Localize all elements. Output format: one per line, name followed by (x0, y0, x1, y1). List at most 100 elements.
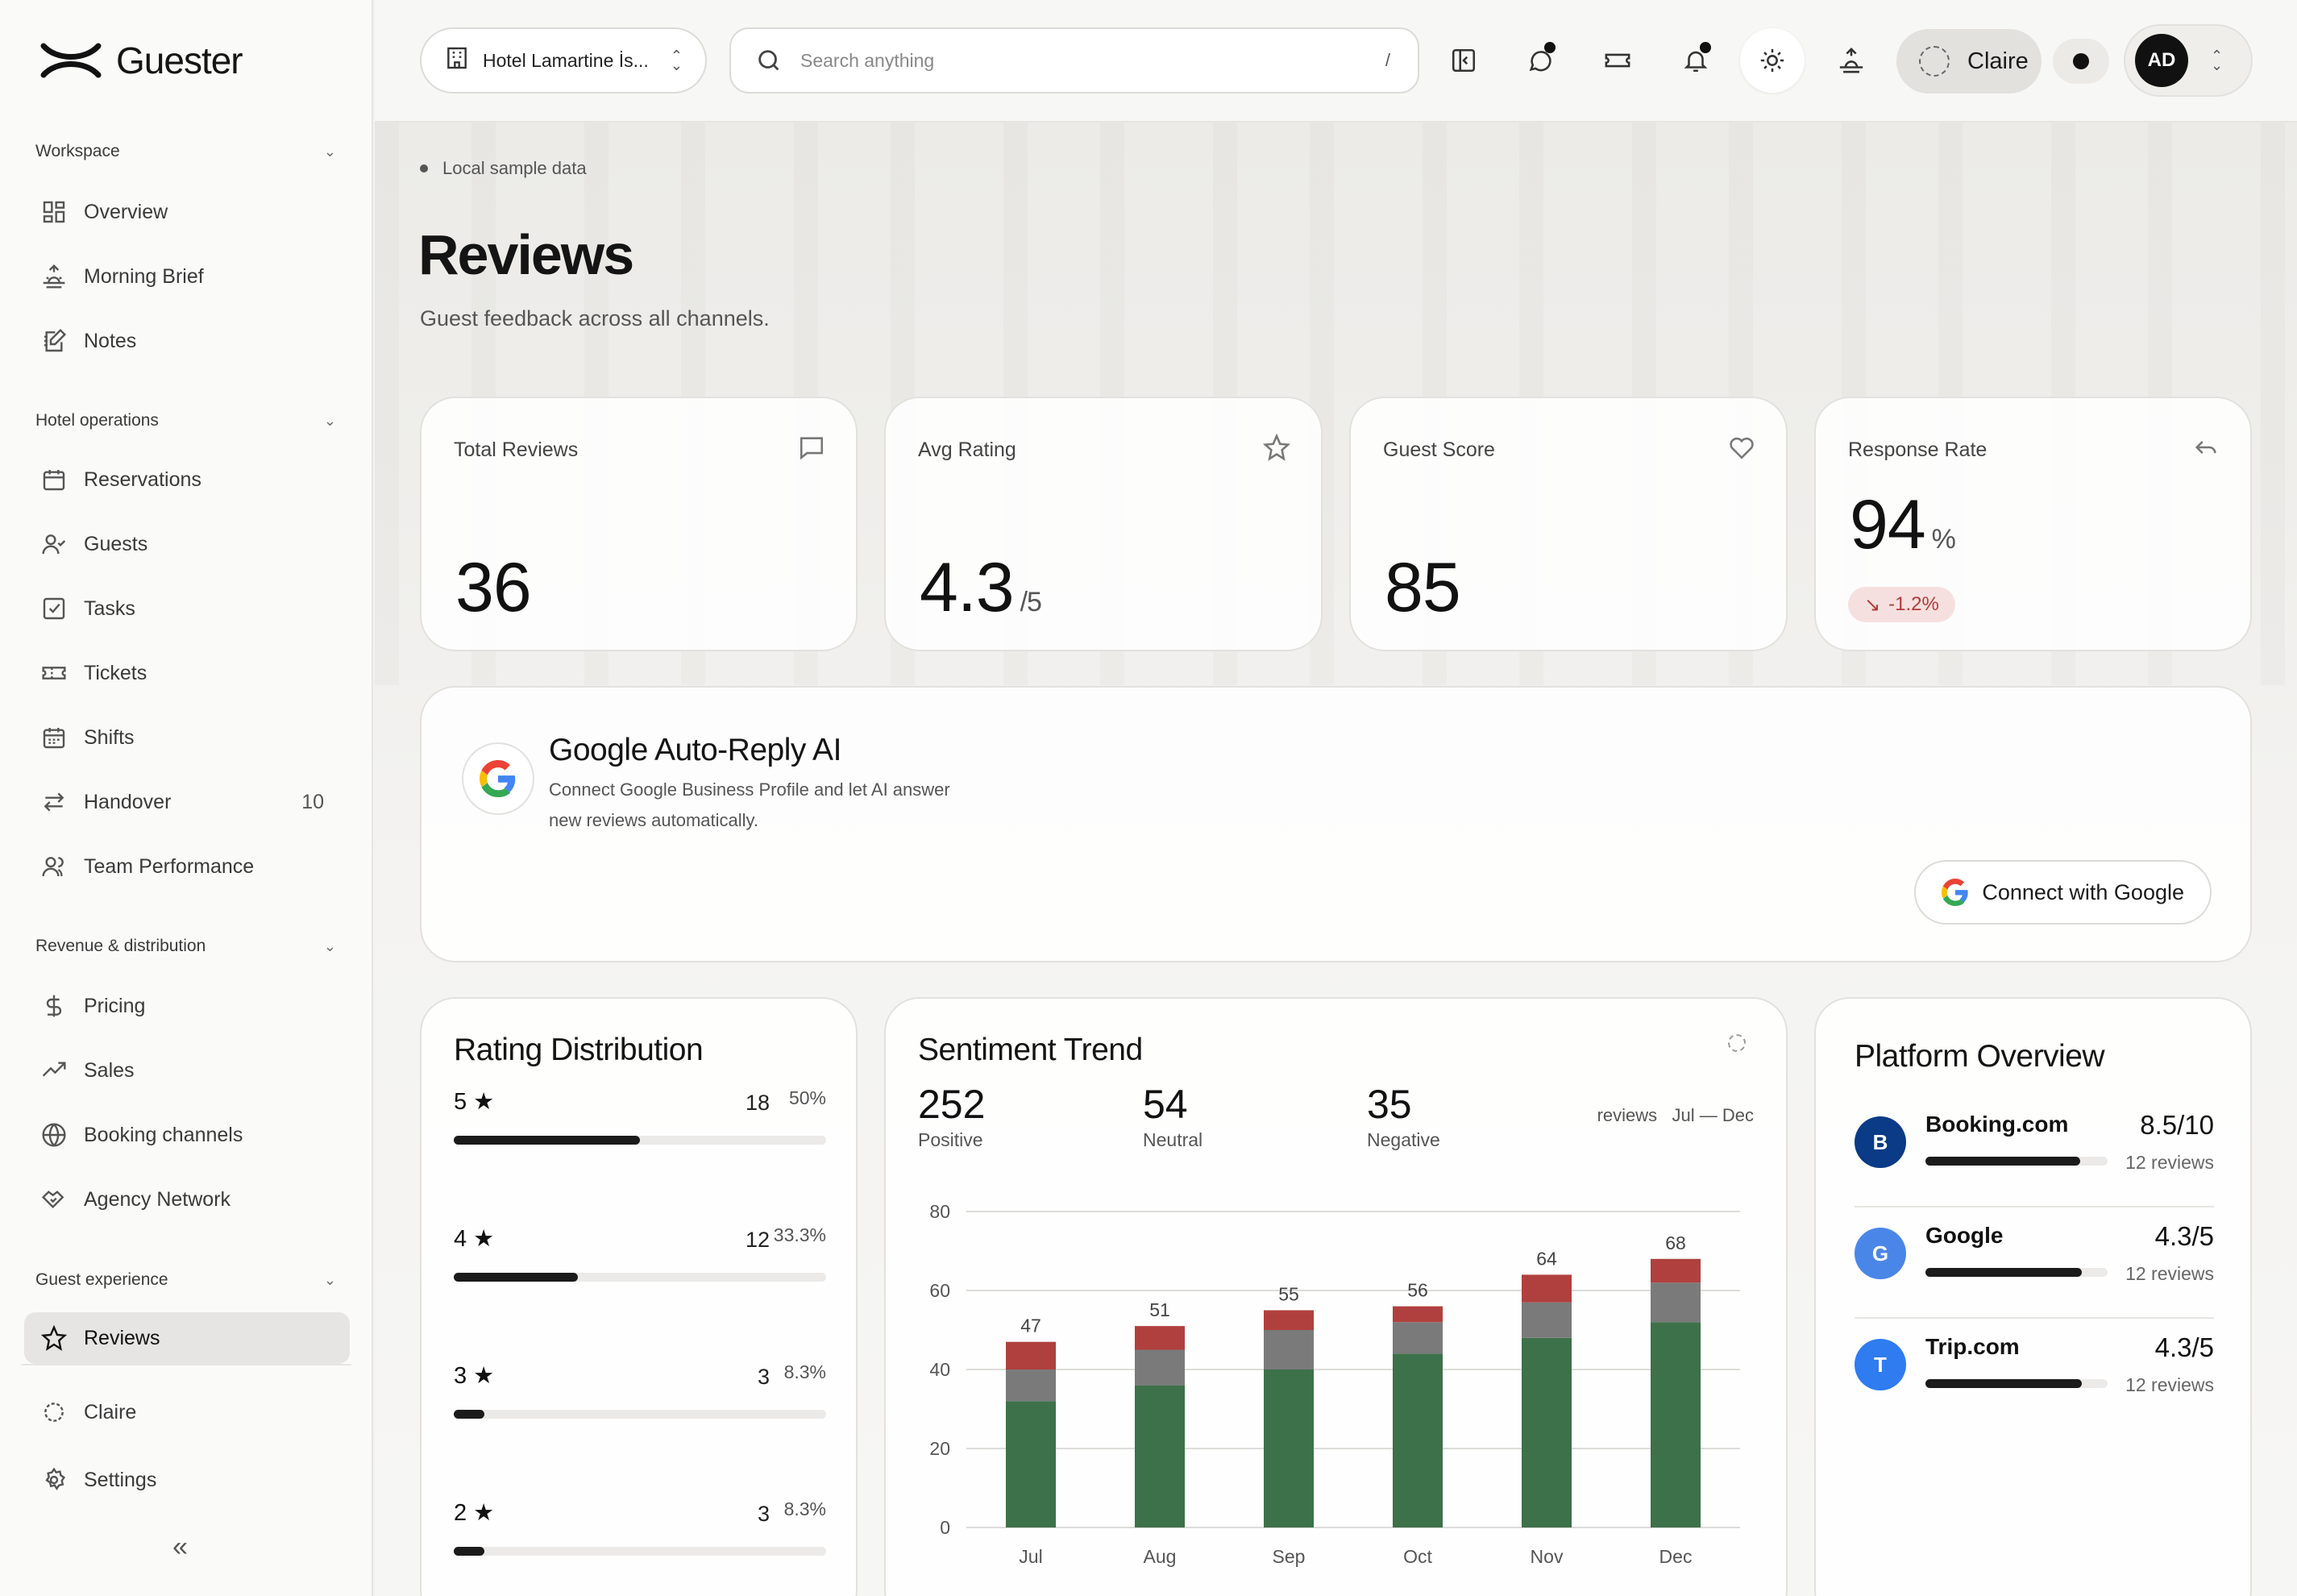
sidebar-item-tasks[interactable]: Tasks (24, 583, 350, 634)
sidebar-item-guests[interactable]: Guests (24, 518, 350, 570)
sidebar: Guester Workspace ⌄ Overview Morning Bri… (0, 0, 373, 1596)
stat-value: 35 (1367, 1082, 1412, 1127)
platform-name: Google (1925, 1223, 2004, 1248)
kpi-card-response-rate: Response Rate 94% ↘ -1.2% (1814, 397, 2252, 651)
platform-bar-fill (1925, 1379, 2083, 1388)
search-input[interactable] (800, 49, 1364, 72)
platform-bar-track (1925, 1268, 2108, 1277)
theme-toggle-sun-icon[interactable] (1740, 28, 1805, 93)
sidebar-item-tickets[interactable]: Tickets (24, 647, 350, 699)
sidebar-item-handover[interactable]: Handover 10 (24, 776, 350, 828)
platform-row[interactable]: T Trip.com 4.3/5 12 reviews (1855, 1332, 2214, 1423)
section-workspace[interactable]: Workspace ⌄ (35, 142, 336, 161)
sidebar-item-label: Overview (84, 200, 168, 223)
sidebar-item-label: Guests (84, 532, 148, 555)
sidebar-toggle-icon[interactable] (1440, 37, 1487, 84)
calendar-grid-icon (40, 724, 68, 751)
search-bar[interactable]: / (729, 27, 1419, 94)
collapse-sidebar-icon[interactable]: « (172, 1532, 188, 1563)
users-icon (40, 853, 68, 880)
platform-divider (1855, 1206, 2214, 1207)
sidebar-item-morning-brief[interactable]: Morning Brief (24, 251, 350, 302)
claire-assistant-button[interactable]: Claire (1896, 29, 2042, 94)
sidebar-item-label: Tickets (84, 661, 147, 684)
sidebar-item-label: Settings (84, 1468, 157, 1491)
claire-blob-icon (40, 1399, 68, 1426)
sidebar-item-pricing[interactable]: Pricing (24, 980, 350, 1032)
rating-row: 2 ★ 3 8.3% (454, 1498, 826, 1556)
sidebar-item-settings[interactable]: Settings (24, 1454, 350, 1506)
building-icon (444, 45, 483, 76)
sidebar-item-notes[interactable]: Notes (24, 315, 350, 367)
date-range-label: reviews Jul — Dec (1597, 1105, 1754, 1125)
ticket-icon[interactable] (1594, 37, 1641, 84)
bell-icon[interactable] (1672, 37, 1719, 84)
sidebar-item-booking-channels[interactable]: Booking channels (24, 1109, 350, 1161)
google-logo-icon (1942, 879, 1968, 906)
platform-badge: G (1855, 1228, 1906, 1279)
page-subtitle: Guest feedback across all channels. (420, 306, 770, 330)
sidebar-item-team-performance[interactable]: Team Performance (24, 841, 350, 892)
hotel-selector[interactable]: Hotel Lamartine İs... ⌃ ⌄ (420, 27, 707, 94)
platform-bar-track (1925, 1157, 2108, 1166)
rating-percent: 50% (788, 1087, 826, 1108)
sidebar-item-agency-network[interactable]: Agency Network (24, 1174, 350, 1225)
section-revenue-distribution[interactable]: Revenue & distribution ⌄ (35, 937, 336, 956)
bar-segment-positive (1393, 1353, 1443, 1527)
brand-logo[interactable]: Guester (40, 39, 243, 82)
sidebar-item-label: Team Performance (84, 854, 255, 878)
bar-total-label: 56 (1407, 1280, 1428, 1301)
rating-bar-fill (454, 1547, 485, 1556)
chat-icon[interactable] (1517, 37, 1564, 84)
section-hotel-operations[interactable]: Hotel operations ⌄ (35, 411, 336, 430)
platform-review-count: 12 reviews (2125, 1374, 2214, 1395)
platform-row[interactable]: B Booking.com 8.5/10 12 reviews (1855, 1110, 2214, 1200)
sidebar-item-label: Morning Brief (84, 264, 204, 288)
connect-google-label: Connect with Google (1982, 879, 2184, 904)
bar-segment-positive (1006, 1401, 1056, 1527)
platform-score: 4.3/5 (2154, 1221, 2214, 1251)
sidebar-item-reservations[interactable]: Reservations (24, 454, 350, 505)
section-guest-experience[interactable]: Guest experience ⌄ (35, 1270, 336, 1290)
unread-dot (1700, 42, 1711, 53)
section-title: Guest experience (35, 1270, 168, 1289)
chevron-updown-icon: ⌃ ⌄ (2211, 48, 2224, 73)
rating-bar-track (454, 1136, 826, 1145)
response-rate-delta-badge: ↘ -1.2% (1848, 587, 1955, 622)
sidebar-item-label: Tasks (84, 596, 135, 620)
sunrise-icon[interactable] (1828, 37, 1875, 84)
record-button[interactable] (2053, 39, 2109, 84)
response-rate-value: 94 (1850, 486, 1926, 563)
sidebar-item-label: Notes (84, 329, 137, 352)
sidebar-item-reviews[interactable]: Reviews (24, 1312, 350, 1364)
platform-overview-card: Platform Overview B Booking.com 8.5/10 12 r… (1814, 997, 2252, 1596)
rating-row: 4 ★ 12 33.3% (454, 1224, 826, 1282)
connect-google-button[interactable]: Connect with Google (1914, 860, 2212, 925)
chevron-down-icon: ⌄ (323, 937, 336, 954)
kpi-label: Total Reviews (454, 438, 579, 461)
dollar-icon (40, 992, 68, 1020)
bar-segment-negative (1006, 1341, 1056, 1369)
kpi-value: 85 (1385, 548, 1461, 628)
ticket-icon (40, 659, 68, 687)
bar-segment-positive (1264, 1369, 1314, 1527)
platform-row[interactable]: G Google 4.3/5 12 reviews (1855, 1221, 2214, 1311)
star-icon (40, 1324, 68, 1352)
sidebar-item-shifts[interactable]: Shifts (24, 712, 350, 763)
sidebar-item-label: Sales (84, 1058, 135, 1082)
rating-label: 3 ★ (454, 1363, 495, 1389)
chevron-down-icon: ⌄ (323, 412, 336, 429)
y-tick-label: 20 (929, 1438, 950, 1459)
rating-row: 5 ★ 18 50% (454, 1087, 826, 1145)
account-switcher[interactable]: AD ⌃ ⌄ (2124, 24, 2253, 97)
x-tick-label: Oct (1403, 1546, 1432, 1567)
chevron-down-icon: ⌄ (323, 1271, 336, 1288)
sidebar-item-claire[interactable]: Claire (24, 1386, 350, 1438)
sidebar-item-sales[interactable]: Sales (24, 1045, 350, 1096)
bar-segment-neutral (1135, 1349, 1185, 1386)
sidebar-item-overview[interactable]: Overview (24, 186, 350, 238)
top-bar: Hotel Lamartine İs... ⌃⌄ / Claire AD ⌃⌄ (375, 0, 2297, 123)
rating-count: 3 (757, 1365, 770, 1389)
google-card-description: Connect Google Business Profile and let … (549, 779, 950, 830)
notes-icon (40, 327, 68, 355)
